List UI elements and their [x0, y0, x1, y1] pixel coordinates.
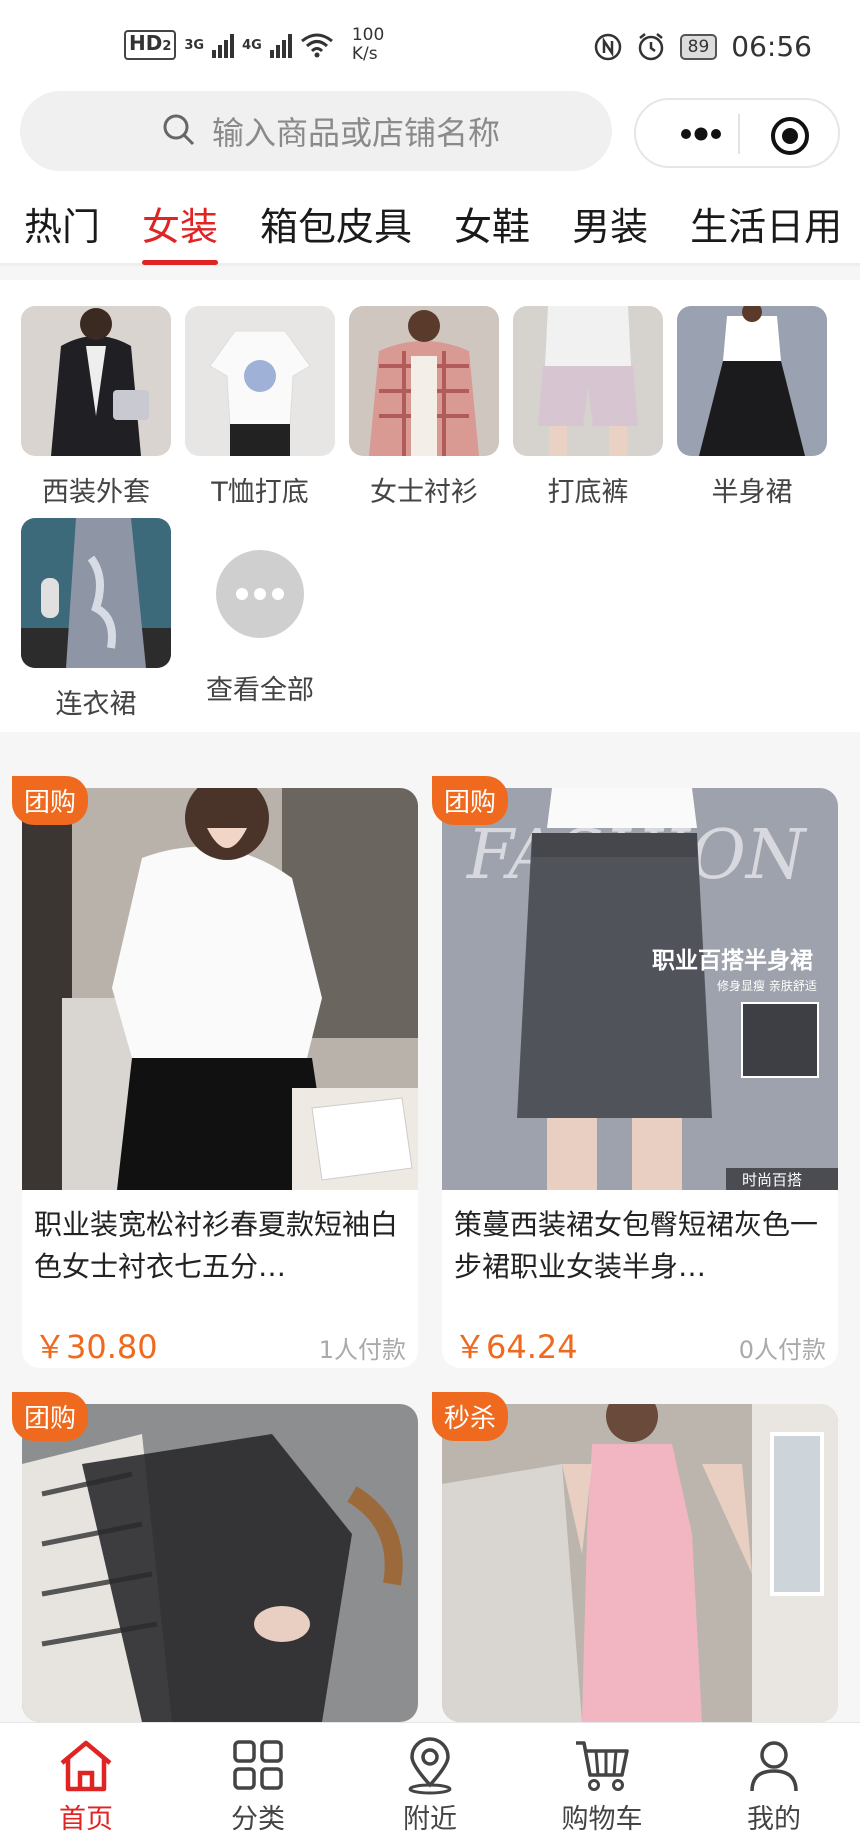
nav-nearby[interactable]: 附近	[344, 1723, 516, 1839]
status-bar-right: 89 06:56	[594, 30, 812, 63]
cart-icon	[576, 1741, 629, 1791]
subcategory-image	[185, 306, 335, 456]
badge-wrapper: 团购	[432, 776, 509, 825]
product-price: ￥30.80	[34, 1328, 158, 1366]
product-image	[22, 1404, 418, 1722]
subcategory-image	[21, 518, 171, 668]
nav-label: 附近	[403, 1804, 457, 1835]
flash-sale-badge: 秒杀	[432, 1392, 509, 1441]
wifi-icon	[300, 33, 333, 58]
speed-value: 100	[351, 25, 385, 45]
subcategory-label: T恤打底	[211, 477, 309, 508]
price-row: ￥64.24 0人付款	[442, 1310, 838, 1368]
search-placeholder: 输入商品或店铺名称	[212, 114, 501, 152]
product-card[interactable]: 职业装宽松衬衫春夏款短袖白色女士衬衣七五分… ￥30.80 1人付款	[22, 788, 418, 1368]
product-card[interactable]	[442, 1404, 838, 1722]
sales-count: 0人付款	[738, 1336, 826, 1364]
product-price: ￥64.24	[454, 1328, 578, 1366]
tab-womens-shoes[interactable]: 女鞋	[454, 196, 530, 251]
nav-cart[interactable]: 购物车	[516, 1723, 688, 1839]
subcategory-grid: 西装外套 T恤打底 女士衬衫 打底裤 半身裙 连衣裙 查看全部	[0, 280, 860, 732]
product-title: 策蔓西装裙女包臀短裙灰色一步裙职业女装半身…	[454, 1208, 819, 1283]
subcategory-item[interactable]: 半身裙	[677, 306, 827, 509]
subcategory-label: 打底裤	[547, 477, 629, 508]
hd-sub-label: 2	[162, 39, 172, 54]
photo-tag: 时尚百搭	[742, 1171, 802, 1189]
user-icon	[750, 1741, 798, 1792]
product-image	[22, 788, 418, 1190]
subcategory-label: 女士衬衫	[370, 477, 478, 508]
alarm-icon	[638, 32, 663, 60]
nav-category[interactable]: 分类	[172, 1723, 344, 1839]
network-speed: 100 K/s	[352, 26, 384, 64]
nfc-icon	[594, 33, 621, 60]
battery-icon: 89	[679, 33, 718, 60]
subcategory-item[interactable]: 西装外套	[21, 306, 171, 509]
photo-subheadline: 修身显瘦 亲肤舒适	[717, 978, 817, 993]
search-icon	[163, 114, 195, 146]
signal-bars-icon	[269, 32, 292, 58]
tab-mens-clothing[interactable]: 男装	[572, 196, 648, 251]
nav-label: 分类	[231, 1804, 285, 1835]
category-tabs: 热门 女装 箱包皮具 女鞋 男装 生活日用	[0, 184, 860, 266]
close-miniprogram-icon[interactable]	[768, 114, 812, 158]
group-buy-badge: 团购	[12, 1392, 89, 1441]
photo-headline: 职业百搭半身裙	[652, 947, 813, 974]
hd-voice-indicator: HD2	[124, 30, 177, 60]
subcategory-item[interactable]: 女士衬衫	[349, 306, 499, 509]
group-buy-badge: 团购	[432, 776, 509, 825]
subcategory-item[interactable]: 打底裤	[513, 306, 663, 509]
subcategory-item[interactable]: 连衣裙	[21, 518, 171, 721]
battery-level: 89	[687, 36, 710, 57]
nav-label: 我的	[747, 1804, 801, 1835]
group-buy-badge: 团购	[12, 776, 89, 825]
subcategory-item[interactable]: T恤打底	[185, 306, 335, 509]
speed-unit: K/s	[351, 44, 378, 64]
grid-icon	[233, 1740, 283, 1790]
nav-profile[interactable]: 我的	[688, 1723, 860, 1839]
nav-label: 首页	[59, 1804, 113, 1835]
product-title: 职业装宽松衬衫春夏款短袖白色女士衬衣七五分…	[34, 1208, 399, 1283]
subcategory-image	[513, 306, 663, 456]
more-options-icon[interactable]	[666, 122, 736, 146]
more-icon	[216, 550, 304, 638]
network-type-2: 4G	[242, 37, 262, 53]
clock: 06:56	[731, 30, 812, 63]
subcategory-label: 半身裙	[711, 477, 793, 508]
status-bar-left: HD2 3G 4G 100 K/s	[124, 26, 384, 64]
view-all-button[interactable]: 查看全部	[185, 518, 335, 707]
signal-bars-icon	[212, 32, 235, 58]
product-image: FASHION 职业百搭半身裙 修身显瘦 亲肤舒适 时尚百搭	[442, 788, 838, 1190]
miniprogram-capsule	[634, 98, 840, 168]
subcategory-label: 西装外套	[42, 477, 150, 508]
product-card[interactable]	[22, 1404, 418, 1722]
subcategory-image	[21, 306, 171, 456]
tab-daily-goods[interactable]: 生活日用	[690, 196, 842, 251]
view-all-label: 查看全部	[206, 675, 314, 706]
location-pin-icon	[408, 1737, 452, 1795]
tab-womens-clothing[interactable]: 女装	[142, 196, 219, 265]
capsule-divider	[738, 114, 740, 154]
status-bar: HD2 3G 4G 100 K/s 89 06:56	[0, 0, 860, 86]
network-type-1: 3G	[184, 37, 205, 53]
badge-wrapper: 秒杀	[432, 1392, 509, 1441]
nav-label: 购物车	[561, 1804, 643, 1835]
subcategory-image	[677, 306, 827, 456]
product-image	[442, 1404, 838, 1722]
tab-bags-leather[interactable]: 箱包皮具	[260, 196, 412, 251]
nav-home[interactable]: 首页	[0, 1723, 172, 1839]
tab-hot[interactable]: 热门	[24, 196, 100, 251]
bottom-navigation: 首页 分类 附近 购物车 我的	[0, 1722, 860, 1839]
subcategory-image	[349, 306, 499, 456]
home-icon	[60, 1740, 112, 1792]
sales-count: 1人付款	[318, 1336, 406, 1364]
search-row: 输入商品或店铺名称	[0, 86, 860, 184]
product-card[interactable]: FASHION 职业百搭半身裙 修身显瘦 亲肤舒适 时尚百搭 策蔓西装裙女包臀短…	[442, 788, 838, 1368]
badge-wrapper: 团购	[12, 776, 89, 825]
price-row: ￥30.80 1人付款	[22, 1310, 418, 1368]
search-input[interactable]: 输入商品或店铺名称	[20, 91, 612, 171]
subcategory-label: 连衣裙	[55, 689, 137, 720]
hd-label: HD	[129, 31, 163, 55]
badge-wrapper: 团购	[12, 1392, 89, 1441]
